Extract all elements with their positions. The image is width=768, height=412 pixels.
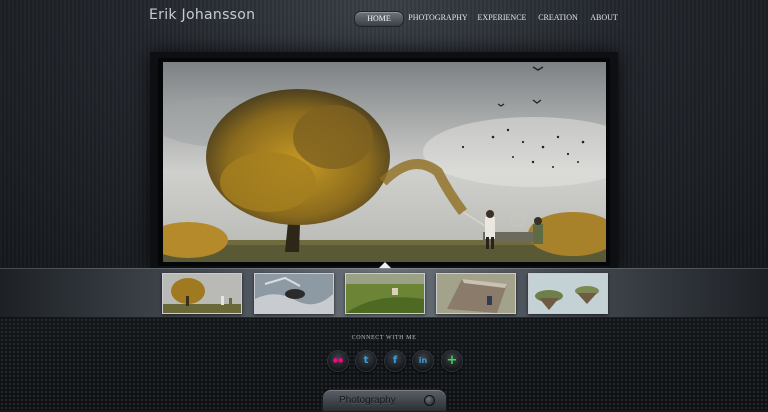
plus-button[interactable]: + <box>441 350 463 372</box>
linkedin-button[interactable]: in <box>412 350 434 372</box>
tab-toggle-icon[interactable] <box>424 395 435 406</box>
nav-about[interactable]: ABOUT <box>587 11 621 25</box>
nav-photography[interactable]: PHOTOGRAPHY <box>407 11 469 25</box>
tumblr-button[interactable]: t <box>355 350 377 372</box>
nav-experience[interactable]: EXPERIENCE <box>475 11 529 25</box>
flickr-icon: ●● <box>332 357 344 364</box>
thumbnail-4[interactable] <box>436 273 516 314</box>
nav-creation[interactable]: CREATION <box>535 11 581 25</box>
thumbnail-2[interactable] <box>254 273 334 314</box>
tumblr-icon: t <box>363 355 369 366</box>
flickr-button[interactable]: ●● <box>327 350 349 372</box>
main-navigation: HOME PHOTOGRAPHY EXPERIENCE CREATION ABO… <box>0 11 768 27</box>
plus-icon: + <box>446 353 458 368</box>
thumbnail-1[interactable] <box>162 273 242 314</box>
thumbnail-5[interactable] <box>528 273 608 314</box>
main-photo[interactable] <box>163 62 606 262</box>
facebook-button[interactable]: f <box>384 350 406 372</box>
section-tab[interactable]: Photography <box>322 389 447 412</box>
facebook-icon: f <box>392 355 398 366</box>
thumbnail-3[interactable] <box>345 273 425 314</box>
connect-heading: CONNECT WITH ME <box>351 335 417 341</box>
linkedin-icon: in <box>418 356 428 365</box>
nav-home[interactable]: HOME <box>354 11 404 27</box>
section-tab-label: Photography <box>339 395 396 406</box>
